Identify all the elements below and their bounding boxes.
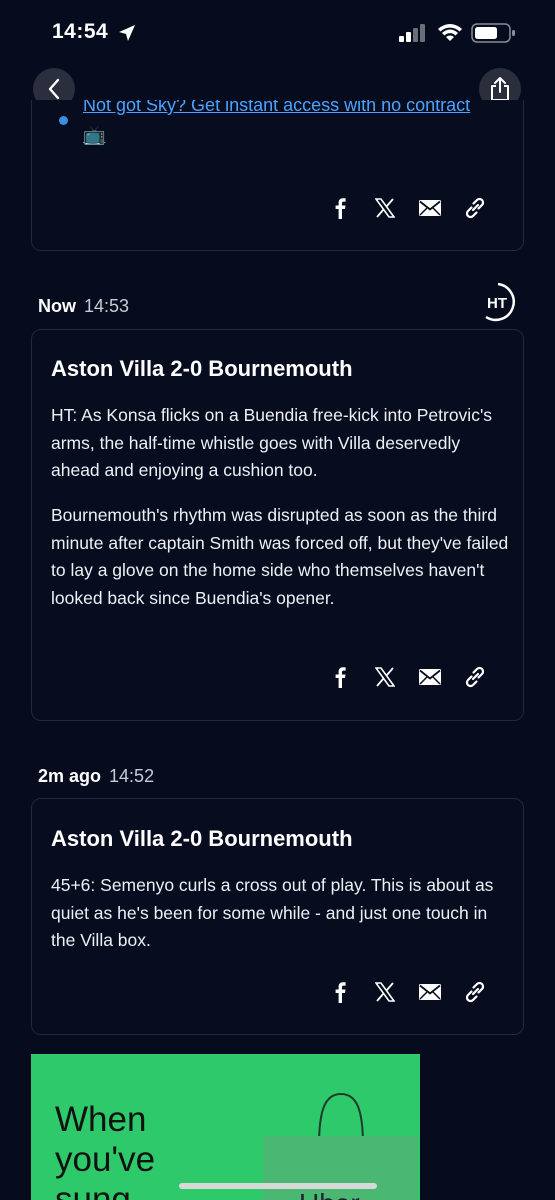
location-arrow-icon bbox=[119, 25, 135, 41]
email-share-button[interactable] bbox=[407, 978, 452, 1006]
post-title: Aston Villa 2-0 Bournemouth bbox=[51, 826, 353, 851]
post-card: Aston Villa 2-0 Bournemouth 45+6: Semeny… bbox=[31, 798, 524, 1035]
entry-relative-time: 2m ago bbox=[38, 766, 102, 786]
post-title: Aston Villa 2-0 Bournemouth bbox=[51, 356, 353, 381]
status-bar: 14:54 bbox=[0, 0, 555, 64]
post-paragraph: 45+6: Semenyo curls a cross out of play.… bbox=[51, 875, 494, 950]
facebook-icon bbox=[335, 667, 346, 688]
link-icon bbox=[465, 666, 484, 688]
advertisement-banner[interactable]: When you've sung Uber bbox=[31, 1054, 420, 1200]
sky-access-link[interactable]: Not got Sky? Get instant access with no … bbox=[83, 100, 483, 150]
post-card-previous: Not got Sky? Get instant access with no … bbox=[31, 100, 524, 251]
entry-timestamp: Now 14:53 bbox=[38, 296, 129, 317]
facebook-share-button[interactable] bbox=[317, 663, 362, 691]
wifi-icon bbox=[438, 24, 462, 41]
facebook-icon bbox=[335, 982, 346, 1003]
share-icon bbox=[491, 77, 509, 101]
ad-headline: When you've sung bbox=[55, 1100, 156, 1200]
facebook-icon bbox=[335, 198, 346, 219]
link-icon bbox=[465, 981, 484, 1003]
cellular-signal-icon bbox=[399, 24, 425, 42]
ad-bag-label: Uber bbox=[299, 1188, 360, 1200]
email-icon bbox=[418, 984, 441, 1000]
x-share-button[interactable] bbox=[362, 978, 407, 1006]
x-share-button[interactable] bbox=[362, 663, 407, 691]
email-share-button[interactable] bbox=[407, 194, 452, 222]
email-share-button[interactable] bbox=[407, 663, 452, 691]
entry-relative-time: Now bbox=[38, 296, 76, 316]
entry-clock-time: 14:53 bbox=[84, 296, 130, 316]
post-paragraph: Bournemouth's rhythm was disrupted as so… bbox=[51, 505, 509, 608]
x-icon bbox=[374, 667, 395, 687]
share-row bbox=[317, 663, 497, 691]
post-card: Aston Villa 2-0 Bournemouth HT: As Konsa… bbox=[31, 329, 524, 721]
entry-timestamp: 2m ago 14:52 bbox=[38, 766, 154, 787]
x-share-button[interactable] bbox=[362, 194, 407, 222]
x-icon bbox=[374, 198, 395, 218]
copy-link-button[interactable] bbox=[452, 663, 497, 691]
half-time-badge-icon: HT bbox=[485, 282, 515, 322]
half-time-badge-label: HT bbox=[487, 295, 507, 312]
copy-link-button[interactable] bbox=[452, 978, 497, 1006]
battery-icon bbox=[471, 23, 515, 43]
x-icon bbox=[374, 982, 395, 1002]
post-paragraph: HT: As Konsa flicks on a Buendia free-ki… bbox=[51, 405, 493, 480]
link-icon bbox=[465, 197, 484, 219]
facebook-share-button[interactable] bbox=[317, 194, 362, 222]
home-indicator[interactable] bbox=[179, 1183, 377, 1189]
email-icon bbox=[418, 200, 441, 216]
share-row bbox=[317, 978, 497, 1006]
email-icon bbox=[418, 669, 441, 685]
share-row bbox=[317, 194, 497, 222]
entry-clock-time: 14:52 bbox=[109, 766, 155, 786]
bullet-list: Not got Sky? Get instant access with no … bbox=[32, 100, 525, 170]
copy-link-button[interactable] bbox=[452, 194, 497, 222]
status-time: 14:54 bbox=[52, 20, 109, 43]
facebook-share-button[interactable] bbox=[317, 978, 362, 1006]
bullet-dot bbox=[59, 116, 68, 125]
chevron-left-icon bbox=[48, 78, 60, 100]
